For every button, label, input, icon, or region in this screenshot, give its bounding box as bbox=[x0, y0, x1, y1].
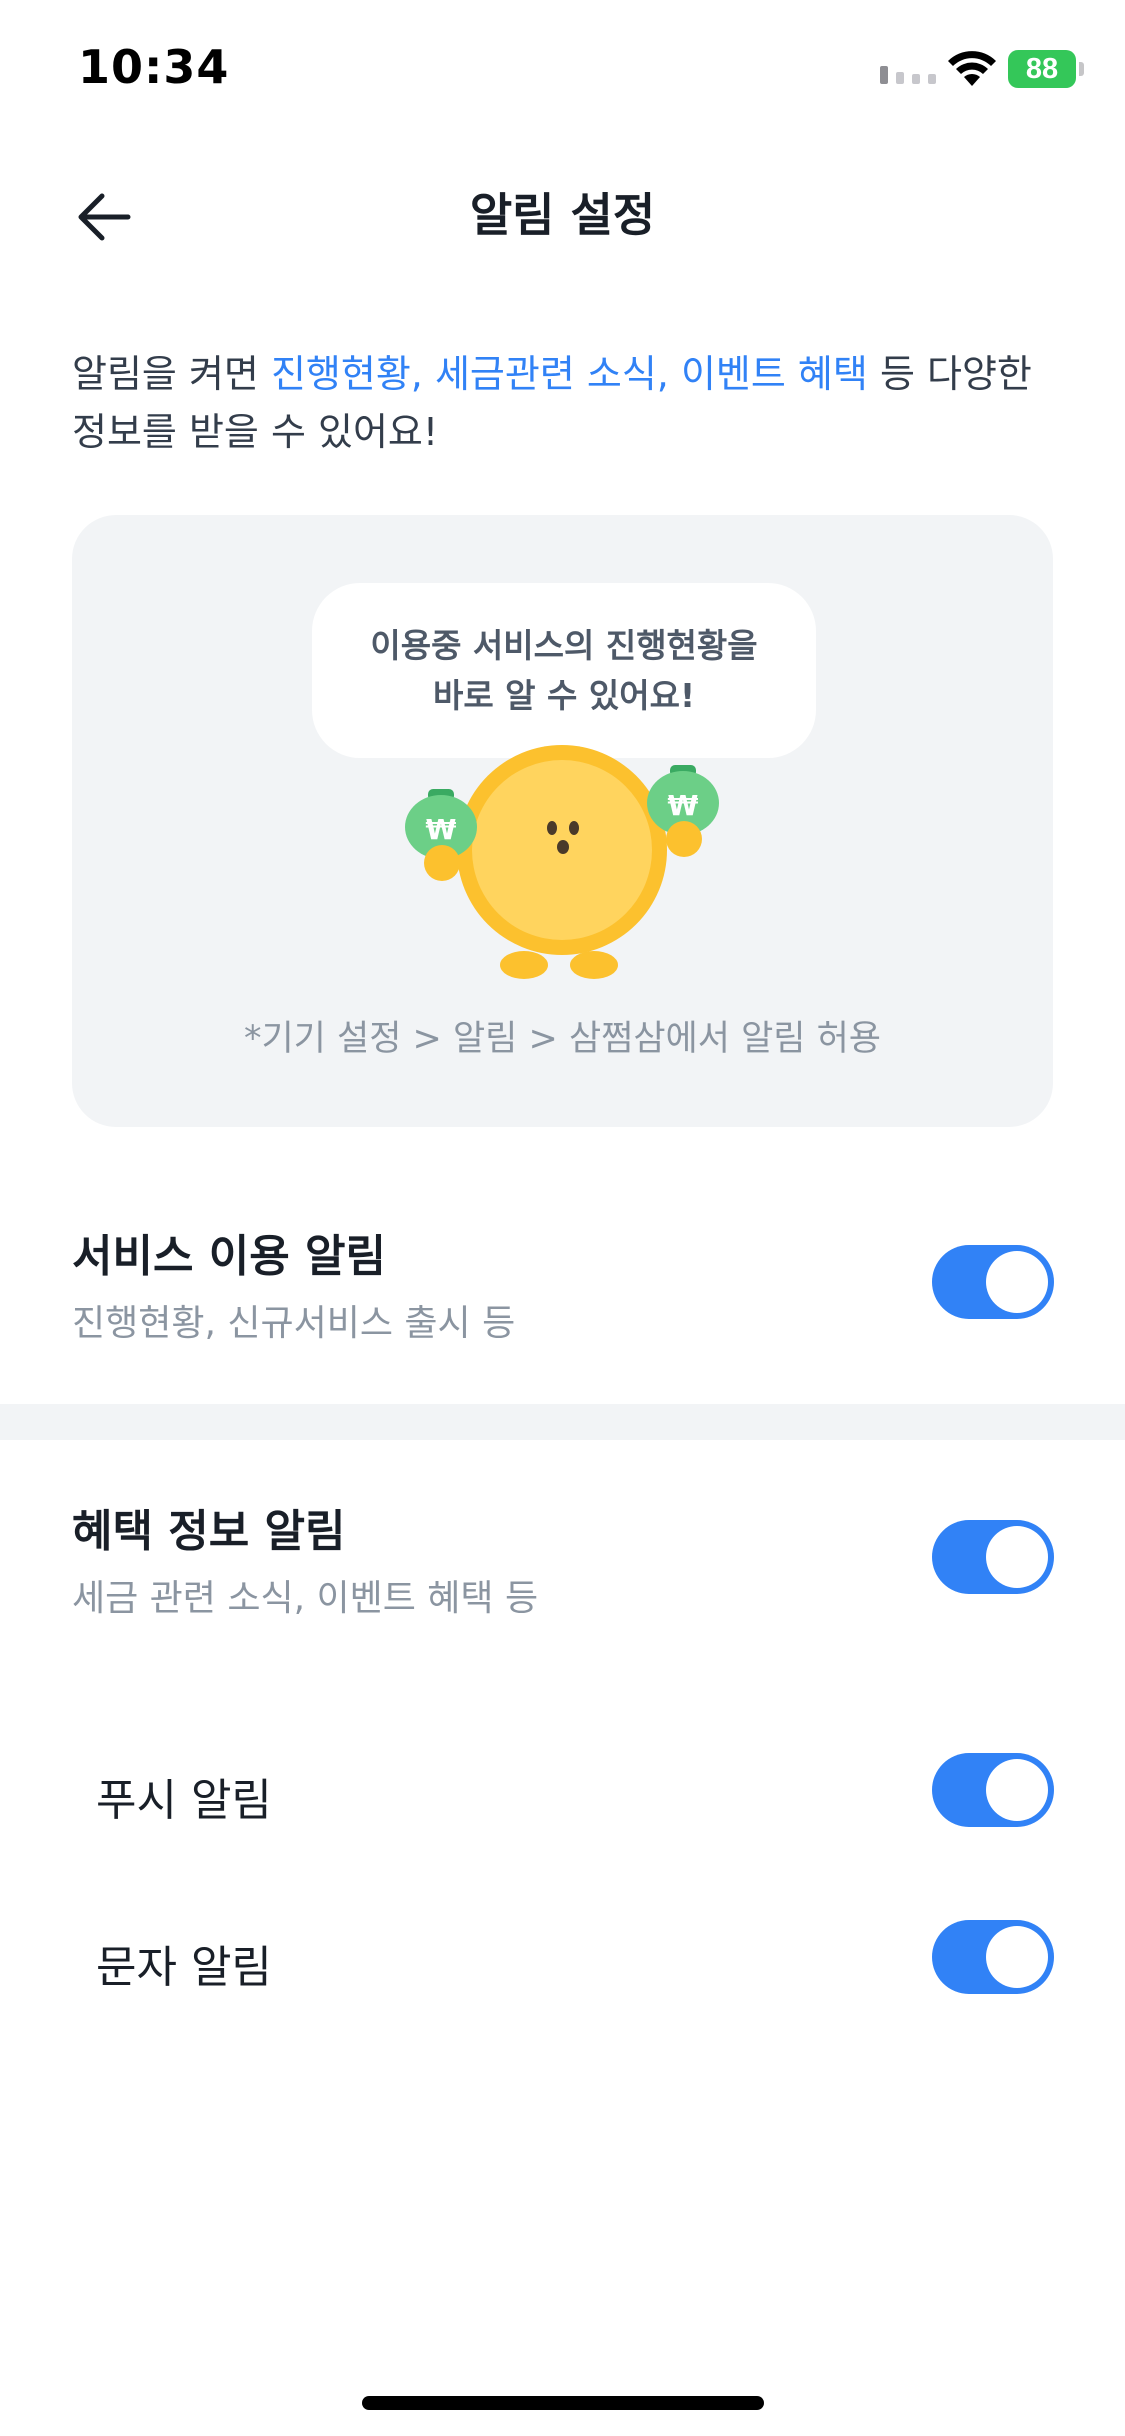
sms-notification-toggle[interactable] bbox=[932, 1920, 1054, 1994]
coin-mascot-icon: ₩ ₩ bbox=[405, 745, 719, 979]
intro-prefix: 알림을 켜면 bbox=[72, 352, 271, 396]
toggle-knob bbox=[986, 1251, 1048, 1313]
intro-text: 알림을 켜면 진행현황, 세금관련 소식, 이벤트 혜택 등 다양한 정보를 받… bbox=[72, 345, 1062, 461]
sms-notification-row: 문자 알림 bbox=[0, 1907, 1125, 2007]
benefit-notification-toggle[interactable] bbox=[932, 1520, 1054, 1594]
battery-level: 88 bbox=[1025, 53, 1059, 85]
service-notification-toggle[interactable] bbox=[932, 1245, 1054, 1319]
home-indicator[interactable] bbox=[362, 2396, 764, 2410]
page-title: 알림 설정 bbox=[469, 188, 656, 242]
benefit-notification-subtitle: 세금 관련 소식, 이벤트 혜택 등 bbox=[72, 1578, 539, 1619]
battery-charging-icon: 88 bbox=[1008, 50, 1084, 88]
svg-text:₩: ₩ bbox=[668, 789, 699, 822]
toggle-knob bbox=[986, 1759, 1048, 1821]
push-notification-row: 푸시 알림 bbox=[0, 1740, 1125, 1840]
toggle-knob bbox=[986, 1926, 1048, 1988]
bubble-line-2: 바로 알 수 있어요! bbox=[432, 675, 696, 715]
nav-bar: 알림 설정 bbox=[0, 160, 1125, 270]
bubble-line-1: 이용중 서비스의 진행현황을 bbox=[370, 625, 758, 665]
service-notification-title: 서비스 이용 알림 bbox=[72, 1231, 386, 1282]
section-divider bbox=[0, 1404, 1125, 1440]
wifi-icon bbox=[948, 51, 996, 86]
push-notification-label: 푸시 알림 bbox=[96, 1775, 272, 1826]
status-bar: 10:34 88 bbox=[0, 0, 1125, 140]
benefit-notification-title: 혜택 정보 알림 bbox=[72, 1506, 346, 1557]
toggle-knob bbox=[986, 1526, 1048, 1588]
intro-highlight: 진행현황, 세금관련 소식, 이벤트 혜택 bbox=[270, 352, 868, 396]
notification-illustration-card: 이용중 서비스의 진행현황을 바로 알 수 있어요! ₩ ₩ *기기 설정 > … bbox=[72, 515, 1053, 1127]
sms-notification-label: 문자 알림 bbox=[96, 1942, 272, 1993]
device-settings-note: *기기 설정 > 알림 > 삼쩜삼에서 알림 허용 bbox=[243, 1019, 882, 1059]
push-notification-toggle[interactable] bbox=[932, 1753, 1054, 1827]
service-notification-subtitle: 진행현황, 신규서비스 출시 등 bbox=[72, 1303, 516, 1344]
service-notification-row: 서비스 이용 알림 진행현황, 신규서비스 출시 등 bbox=[0, 1200, 1125, 1360]
benefit-notification-row: 혜택 정보 알림 세금 관련 소식, 이벤트 혜택 등 bbox=[0, 1475, 1125, 1635]
battery-cap bbox=[1079, 62, 1084, 76]
back-arrow-icon[interactable] bbox=[70, 182, 140, 252]
svg-text:₩: ₩ bbox=[426, 813, 457, 846]
status-time: 10:34 bbox=[78, 40, 230, 94]
signal-icon bbox=[880, 66, 936, 84]
